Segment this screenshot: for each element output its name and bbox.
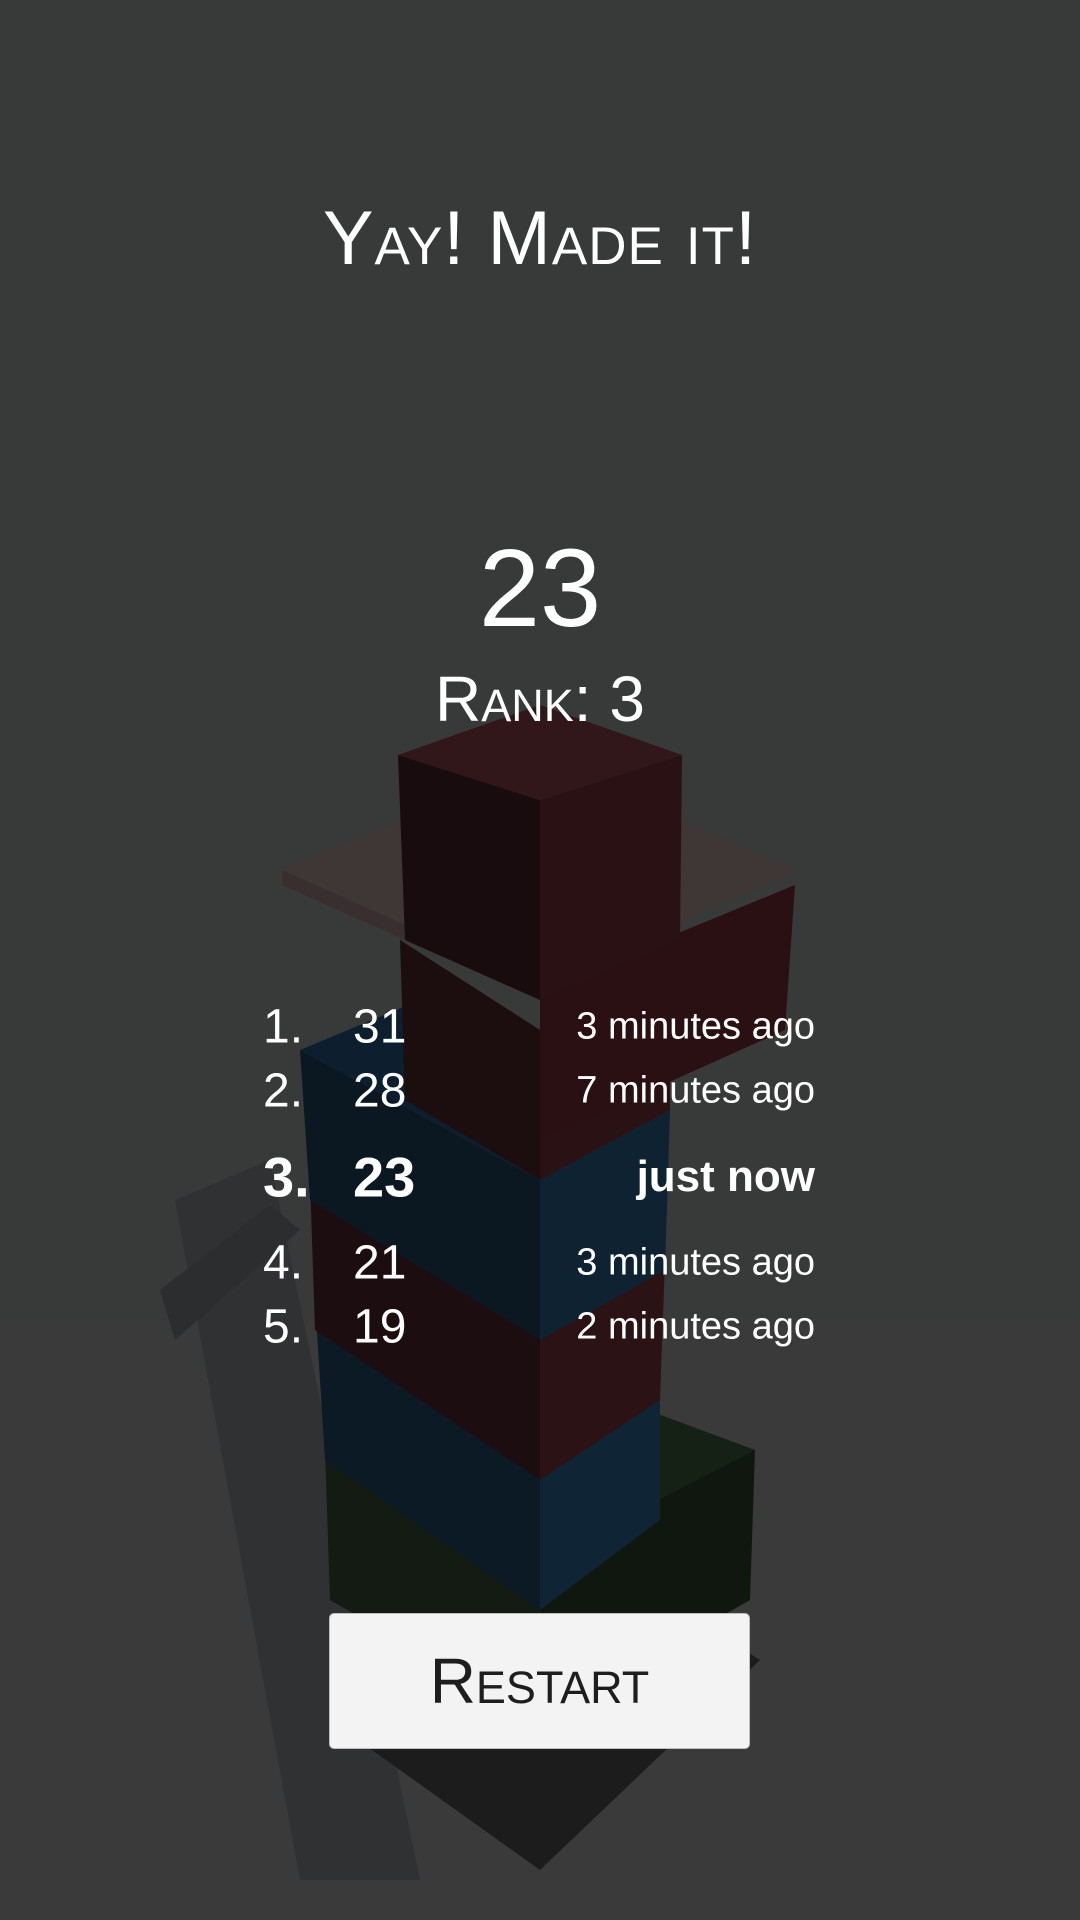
row-rank: 4. bbox=[263, 1236, 304, 1290]
row-score: 28 bbox=[353, 1064, 407, 1118]
row-rank: 2. bbox=[263, 1064, 304, 1118]
game-screen: Yay! Made it! 23 Rank: 3 1. 31 3 minutes… bbox=[0, 0, 1080, 1920]
row-time: 2 minutes ago bbox=[576, 1305, 815, 1348]
leaderboard-row: 2. 28 7 minutes ago bbox=[263, 1059, 815, 1123]
leaderboard-row: 5. 19 2 minutes ago bbox=[263, 1295, 815, 1359]
row-score: 31 bbox=[353, 1000, 407, 1054]
leaderboard-row: 1. 31 3 minutes ago bbox=[263, 995, 815, 1059]
row-time: 3 minutes ago bbox=[576, 1241, 815, 1284]
rank-display: Rank: 3 bbox=[0, 662, 1080, 736]
restart-button[interactable]: Restart bbox=[329, 1613, 750, 1749]
rank-label: Rank: bbox=[435, 663, 592, 735]
rank-value: 3 bbox=[609, 663, 645, 735]
row-score: 21 bbox=[353, 1236, 407, 1290]
row-time: just now bbox=[636, 1152, 815, 1201]
row-time: 3 minutes ago bbox=[576, 1005, 815, 1048]
row-rank: 3. bbox=[263, 1145, 310, 1209]
leaderboard-row-current: 3. 23 just now bbox=[263, 1123, 815, 1231]
row-time: 7 minutes ago bbox=[576, 1069, 815, 1112]
final-score: 23 bbox=[478, 527, 602, 650]
leaderboard-row: 4. 21 3 minutes ago bbox=[263, 1231, 815, 1295]
row-score: 19 bbox=[353, 1300, 407, 1354]
row-rank: 5. bbox=[263, 1300, 304, 1354]
row-rank: 1. bbox=[263, 1000, 304, 1054]
row-score: 23 bbox=[353, 1145, 416, 1209]
page-title: Yay! Made it! bbox=[322, 196, 758, 281]
leaderboard: 1. 31 3 minutes ago 2. 28 7 minutes ago … bbox=[263, 995, 815, 1359]
